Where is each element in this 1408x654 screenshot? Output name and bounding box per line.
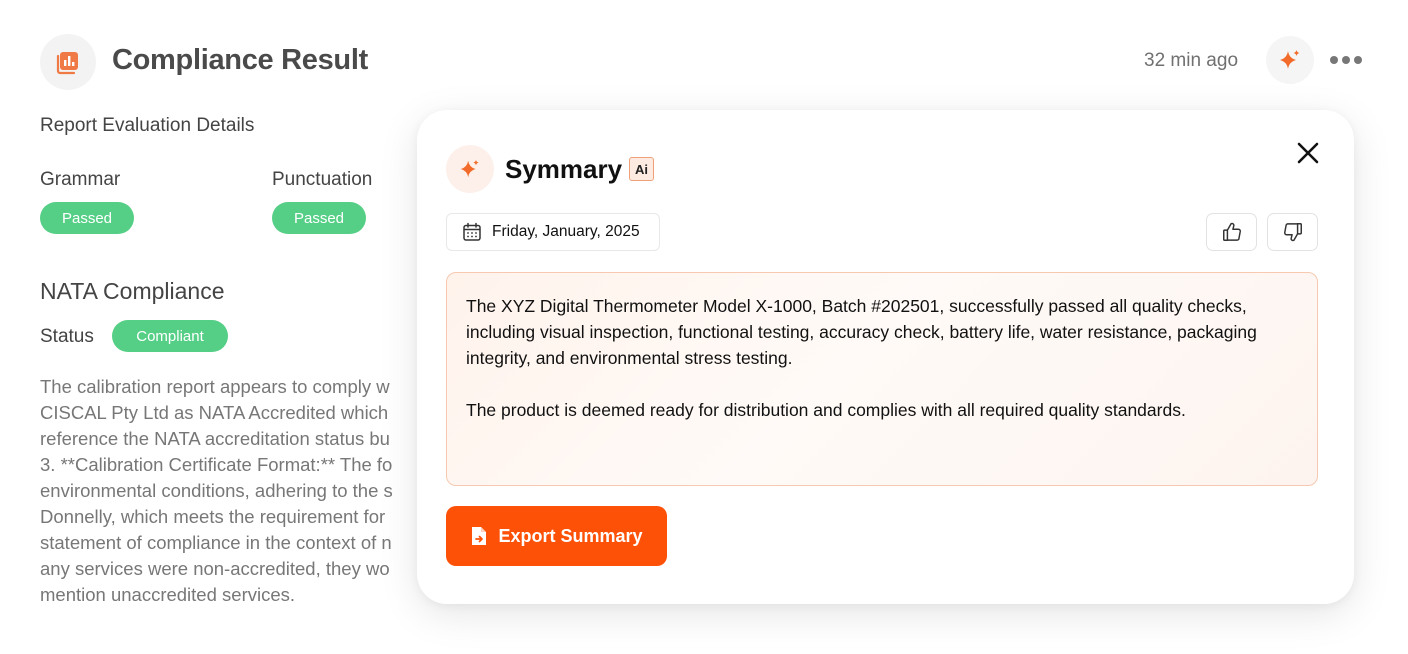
date-chip: Friday, January, 2025 [446, 213, 660, 251]
like-button[interactable] [1206, 213, 1257, 251]
summary-paragraph: The XYZ Digital Thermometer Model X-1000… [466, 296, 1257, 368]
description-line: statement of compliance in the context o… [40, 532, 392, 553]
thumbs-down-icon [1283, 223, 1302, 242]
description-line: 3. **Calibration Certificate Format:** T… [40, 454, 393, 475]
calendar-icon [463, 222, 481, 241]
summary-modal: Symmary Ai Friday, January, 2025 The XYZ… [417, 110, 1354, 604]
nata-description: The calibration report appears to comply… [40, 374, 440, 608]
description-line: Donnelly, which meets the requirement fo… [40, 506, 386, 527]
nata-status-badge: Compliant [112, 320, 228, 352]
close-button[interactable] [1293, 138, 1323, 168]
description-line: CISCAL Pty Ltd as NATA Accredited which [40, 402, 389, 423]
grammar-status-badge: Passed [40, 202, 134, 234]
ai-summary-button[interactable] [1266, 36, 1314, 84]
grammar-label: Grammar [40, 169, 121, 190]
nata-status-label: Status [40, 326, 94, 347]
export-file-icon [472, 527, 487, 545]
export-summary-button[interactable]: Export Summary [446, 506, 667, 566]
more-dot [1354, 56, 1362, 64]
ai-badge: Ai [629, 157, 654, 181]
modal-title: Symmary [505, 154, 623, 184]
more-dot [1330, 56, 1338, 64]
thumbs-up-icon [1222, 222, 1241, 241]
summary-date: Friday, January, 2025 [492, 223, 640, 240]
description-line: environmental conditions, adhering to th… [40, 480, 393, 501]
export-summary-label: Export Summary [498, 525, 643, 546]
summary-paragraph: The product is deemed ready for distribu… [466, 400, 1186, 420]
description-line: reference the NATA accreditation status … [40, 428, 390, 449]
dislike-button[interactable] [1267, 213, 1318, 251]
report-chart-icon [40, 34, 96, 90]
summary-text-box: The XYZ Digital Thermometer Model X-1000… [446, 272, 1318, 486]
evaluation-subtitle: Report Evaluation Details [40, 115, 255, 136]
more-dot [1342, 56, 1350, 64]
punctuation-status-badge: Passed [272, 202, 366, 234]
close-icon [1297, 142, 1319, 164]
sparkle-icon [1280, 50, 1300, 69]
punctuation-label: Punctuation [272, 169, 373, 190]
nata-section-title: NATA Compliance [40, 278, 225, 304]
description-line: The calibration report appears to comply… [40, 376, 390, 397]
description-line: mention unaccredited services. [40, 584, 296, 605]
more-options-button[interactable] [1330, 50, 1362, 70]
page-title: Compliance Result [112, 44, 368, 76]
sparkle-icon [446, 145, 494, 193]
description-line: any services were non-accredited, they w… [40, 558, 390, 579]
timestamp: 32 min ago [1144, 50, 1239, 71]
